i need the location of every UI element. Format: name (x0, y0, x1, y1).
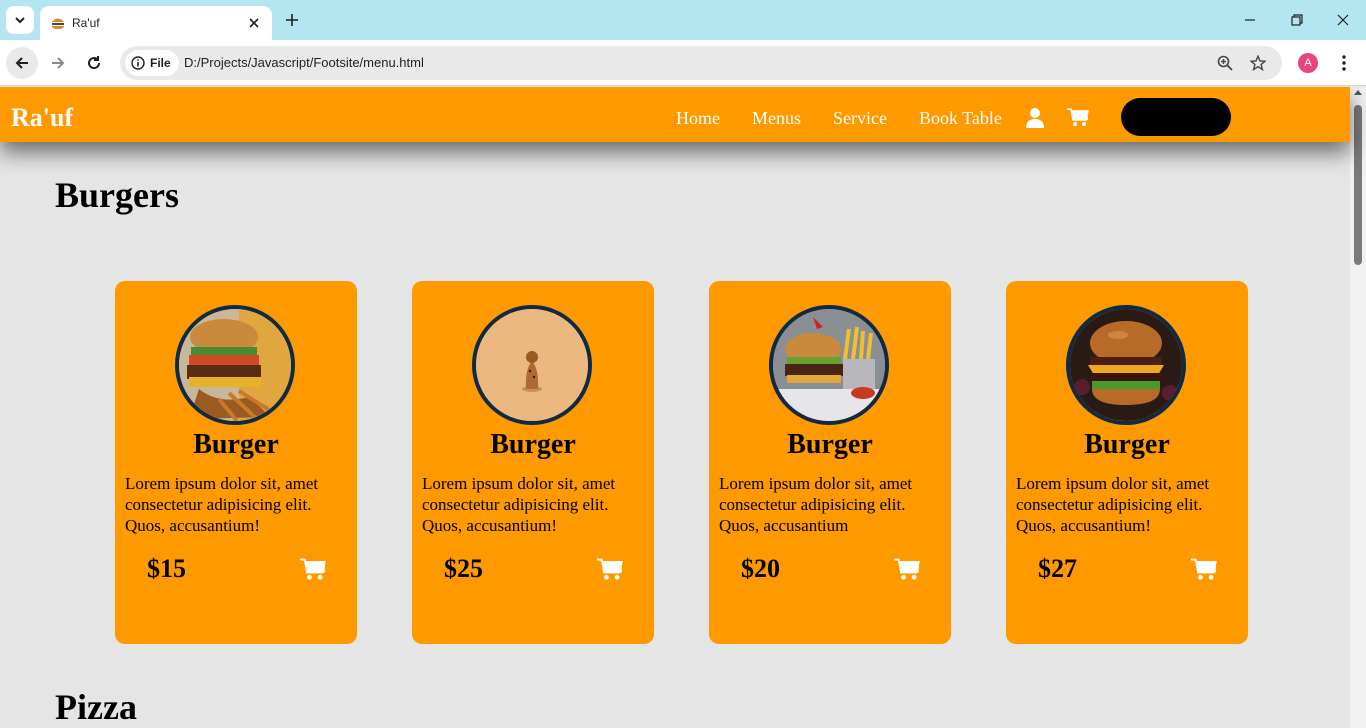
cart-icon[interactable] (1067, 106, 1089, 128)
item-description: Lorem ipsum dolor sit, amet consectetur … (1016, 474, 1210, 535)
menu-card: Burger Lorem ipsum dolor sit, amet conse… (115, 281, 357, 644)
url-text[interactable]: D:/Projects/Javascript/Footsite/menu.htm… (184, 55, 424, 70)
item-price: $20 (741, 554, 780, 583)
tab-search-button[interactable] (6, 6, 34, 34)
burger-with-fries-image (175, 305, 295, 425)
bookmark-star-icon[interactable] (1248, 53, 1268, 73)
item-description: Lorem ipsum dolor sit, amet consectetur … (422, 474, 616, 535)
site-info-chip[interactable]: File (125, 50, 179, 76)
tab-title: Ra'uf (72, 16, 100, 30)
burger-favicon-icon (50, 15, 66, 31)
item-name: Burger (193, 429, 279, 460)
browser-menu-button[interactable] (1334, 52, 1354, 74)
zoom-icon[interactable] (1215, 53, 1235, 73)
close-window-button[interactable] (1331, 8, 1355, 32)
section-title-burgers: Burgers (55, 175, 179, 215)
site-chip-label: File (150, 56, 171, 70)
profile-avatar[interactable]: A (1298, 53, 1318, 73)
user-icon[interactable] (1024, 106, 1046, 128)
menu-card: Burger Lorem ipsum dolor sit, amet conse… (412, 281, 654, 644)
nav-link-book-table[interactable]: Book Table (919, 108, 1002, 129)
arrow-left-icon (15, 57, 28, 69)
close-icon (1337, 14, 1349, 26)
item-name: Burger (490, 429, 576, 460)
restore-button[interactable] (1285, 8, 1309, 32)
page-scrollbar[interactable] (1350, 87, 1366, 728)
close-tab-icon[interactable] (244, 13, 264, 33)
minimize-button[interactable] (1238, 8, 1262, 32)
scroll-thumb[interactable] (1354, 105, 1362, 265)
page-viewport: Ra'uf Home Menus Service Book Table Burg… (0, 87, 1366, 728)
item-description: Lorem ipsum dolor sit, amet consectetur … (719, 474, 913, 535)
reload-icon (88, 56, 101, 70)
item-name: Burger (787, 429, 873, 460)
address-bar[interactable]: File D:/Projects/Javascript/Footsite/men… (120, 46, 1282, 80)
add-to-cart-icon[interactable] (299, 555, 327, 583)
info-icon (131, 56, 145, 70)
section-title-pizza: Pizza (55, 687, 137, 727)
forward-button[interactable] (42, 47, 74, 79)
item-description: Lorem ipsum dolor sit, amet consectetur … (125, 474, 319, 535)
reload-button[interactable] (78, 47, 110, 79)
site-header: Ra'uf Home Menus Service Book Table (0, 87, 1350, 142)
scroll-up-arrow-icon[interactable] (1354, 90, 1362, 95)
restore-icon (1291, 14, 1303, 26)
nav-link-service[interactable]: Service (833, 108, 887, 129)
back-button[interactable] (6, 47, 38, 79)
browser-tab-active[interactable]: Ra'uf (40, 6, 272, 40)
more-vertical-icon (1342, 55, 1346, 71)
cheeseburger-dark-bg-image (1066, 305, 1186, 425)
browser-toolbar: File D:/Projects/Javascript/Footsite/men… (0, 40, 1366, 86)
chevron-down-icon (15, 17, 25, 24)
add-to-cart-icon[interactable] (893, 555, 921, 583)
arrow-right-icon (52, 57, 65, 69)
browser-tab-strip: Ra'uf (0, 0, 1366, 40)
site-logo[interactable]: Ra'uf (11, 103, 73, 133)
item-name: Burger (1084, 429, 1170, 460)
burger-and-fries-basket-image (769, 305, 889, 425)
header-action-button[interactable] (1121, 98, 1231, 136)
item-price: $25 (444, 554, 483, 583)
nav-link-home[interactable]: Home (676, 108, 720, 129)
minimize-icon (1245, 19, 1255, 21)
add-to-cart-icon[interactable] (1190, 555, 1218, 583)
add-to-cart-icon[interactable] (596, 555, 624, 583)
item-price: $15 (147, 554, 186, 583)
item-price: $27 (1038, 554, 1077, 583)
nav-link-menus[interactable]: Menus (752, 108, 801, 129)
small-figure-on-peach-image (472, 305, 592, 425)
menu-card: Burger Lorem ipsum dolor sit, amet conse… (1006, 281, 1248, 644)
menu-card: Burger Lorem ipsum dolor sit, amet conse… (709, 281, 951, 644)
plus-icon (286, 14, 298, 26)
new-tab-button[interactable] (280, 8, 304, 32)
